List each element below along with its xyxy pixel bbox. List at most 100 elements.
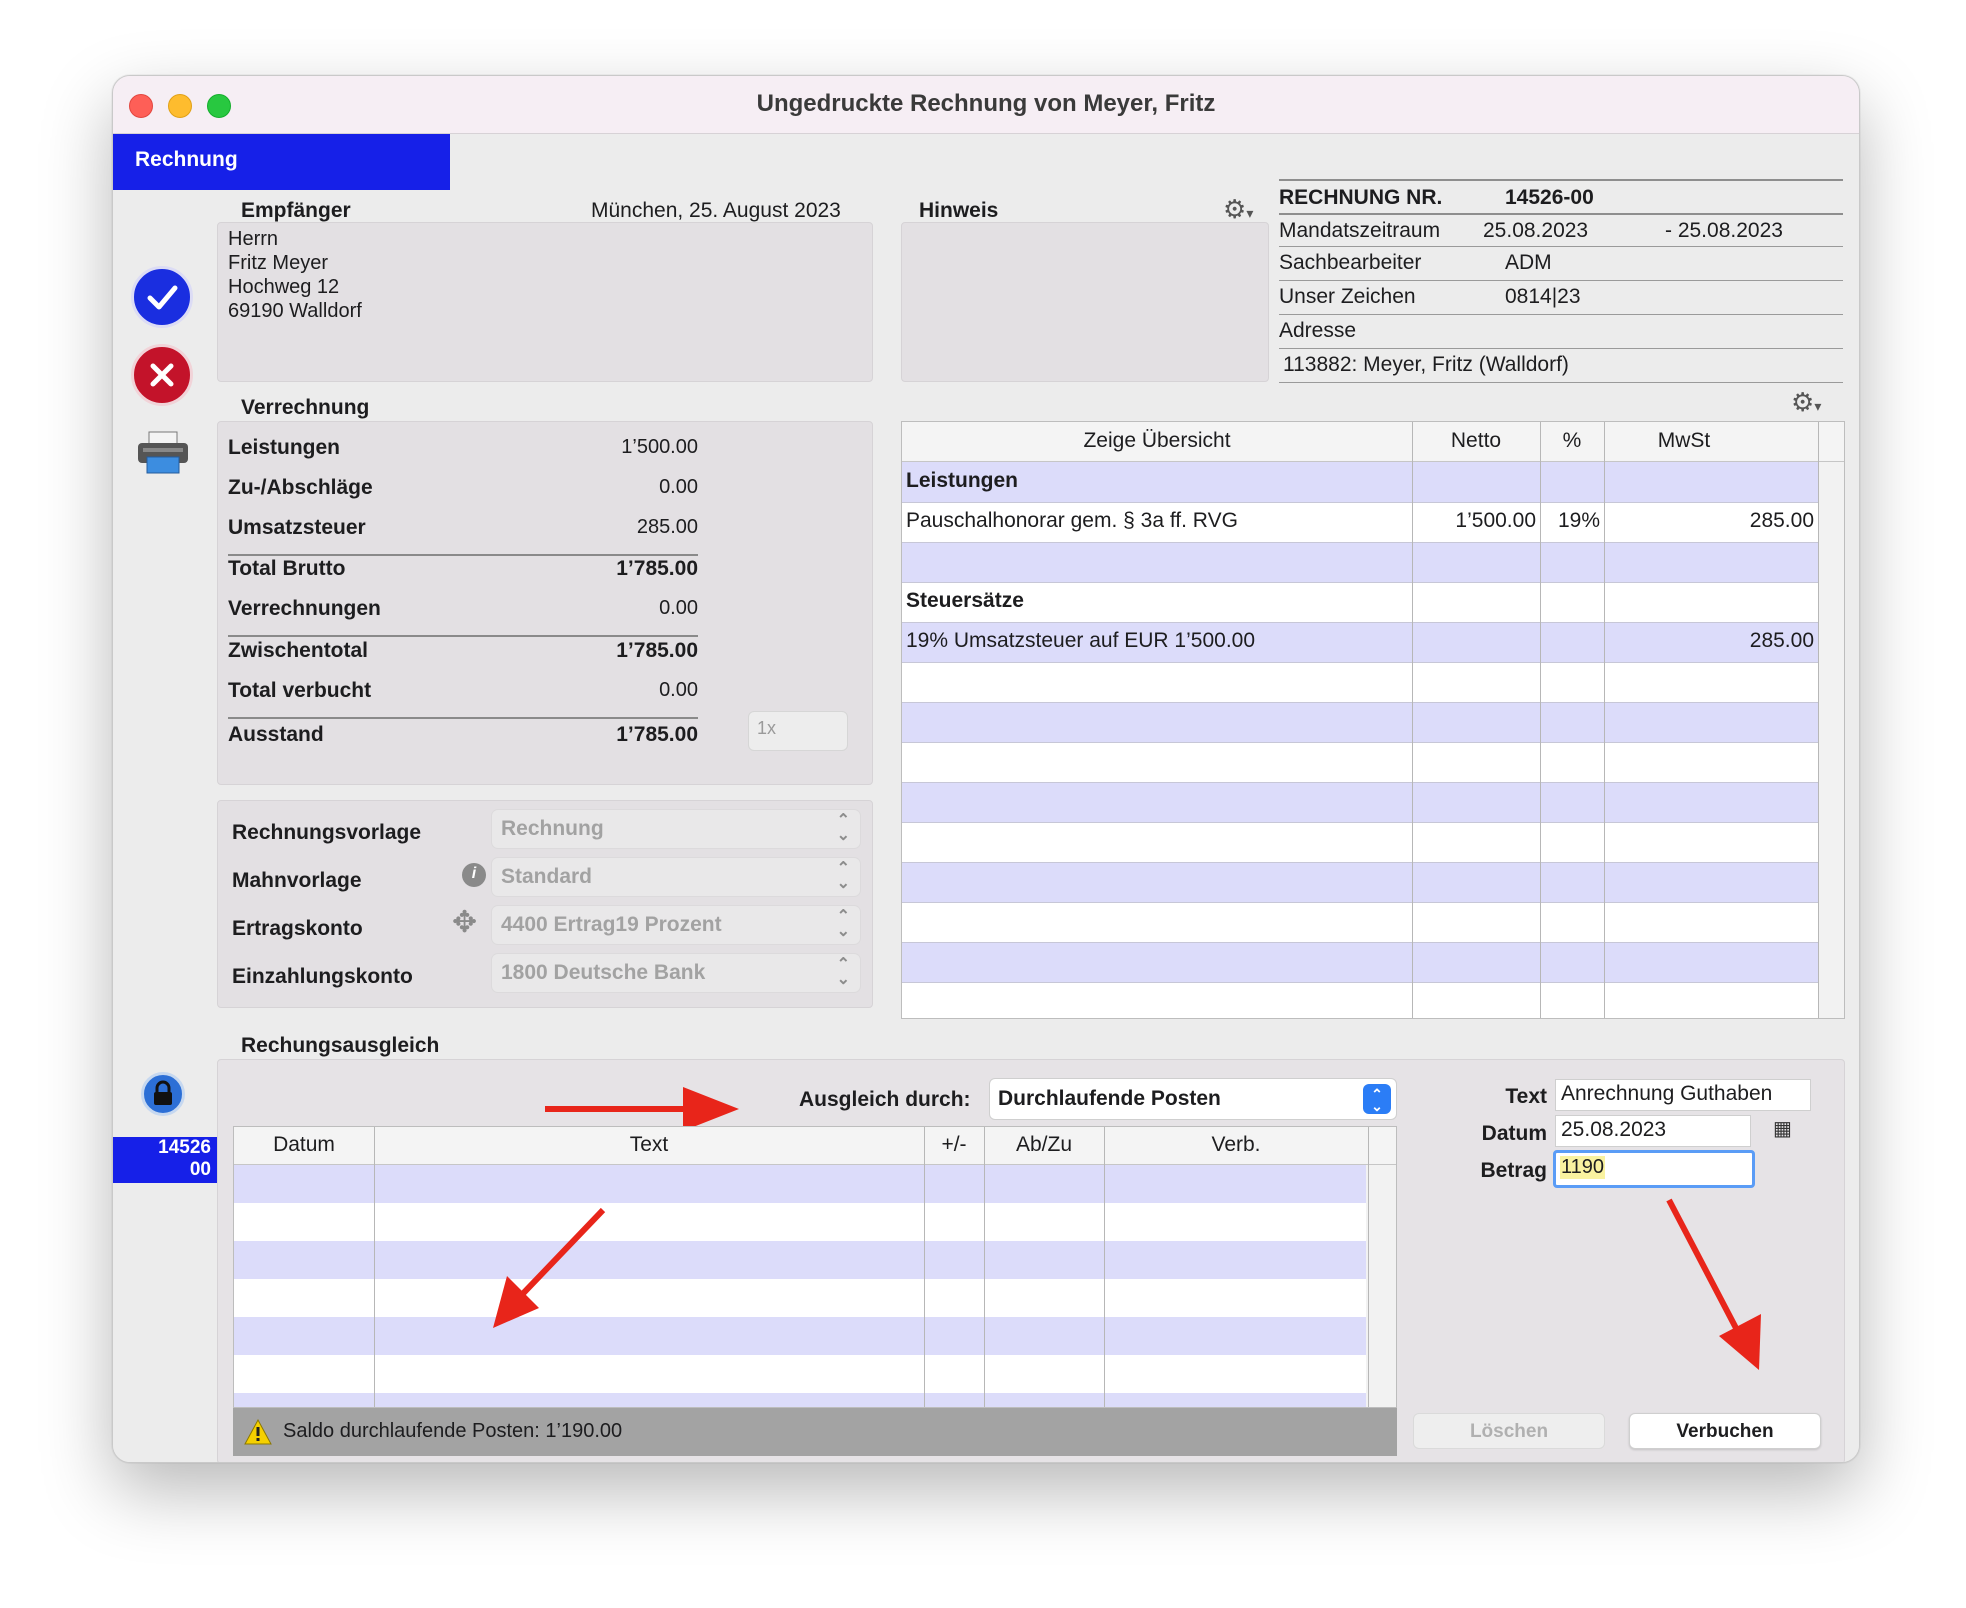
hinweis-gear-icon[interactable]: ⚙▾ <box>1223 194 1253 225</box>
scrollbar-track[interactable] <box>1818 462 1844 1018</box>
table-row[interactable] <box>234 1393 1396 1407</box>
row-separator <box>902 662 1844 663</box>
column-header[interactable]: Ab/Zu <box>984 1133 1104 1157</box>
ausgleich-heading: Rechungsausgleich <box>241 1034 440 1057</box>
verrechnung-label: Leistungen <box>228 436 341 459</box>
table-row[interactable] <box>902 902 1844 942</box>
amount-field[interactable]: 1190 <box>1553 1150 1755 1188</box>
scrollbar-track[interactable] <box>1366 1165 1396 1407</box>
ausgleich-table: Datum Text +/- Ab/Zu Verb. <box>233 1126 1397 1408</box>
table-row[interactable] <box>902 982 1844 1018</box>
text-field[interactable]: Anrechnung Guthaben <box>1555 1079 1811 1111</box>
recipient-date: München, 25. August 2023 <box>591 199 841 222</box>
column-header[interactable]: Netto <box>1412 429 1540 453</box>
table-row[interactable] <box>902 582 1844 622</box>
revenue-account-select[interactable]: 4400 Ertrag19 Prozent ⌃ ⌄ <box>491 905 861 945</box>
table-row[interactable] <box>234 1203 1396 1241</box>
method-select[interactable]: Durchlaufende Posten ⌃ ⌄ <box>989 1078 1397 1120</box>
setting-label: Ertragskonto <box>232 917 363 940</box>
info-icon[interactable]: i <box>462 863 486 887</box>
verrechnung-label: Total Brutto <box>228 557 346 580</box>
date-field[interactable]: 25.08.2023 <box>1555 1115 1751 1147</box>
table-row[interactable] <box>902 782 1844 822</box>
print-button[interactable] <box>135 429 191 477</box>
verrechnung-value: 1’500.00 <box>621 436 698 458</box>
payment-account-select[interactable]: 1800 Deutsche Bank ⌃ ⌄ <box>491 953 861 993</box>
setting-label: Mahnvorlage <box>232 869 362 892</box>
lock-button[interactable] <box>141 1072 185 1116</box>
column-divider <box>1104 1127 1105 1407</box>
reminder-template-select[interactable]: Standard ⌃ ⌄ <box>491 857 861 897</box>
verrechnung-value: 1’785.00 <box>616 639 698 662</box>
mandate-label: Mandatszeitraum <box>1279 219 1441 242</box>
delete-button[interactable]: Löschen <box>1413 1413 1605 1449</box>
verrechnung-row: Leistungen 1’500.00 <box>228 436 698 476</box>
table-row[interactable] <box>902 542 1844 582</box>
recipient-address-box[interactable]: Herrn Fritz Meyer Hochweg 12 69190 Walld… <box>217 222 873 382</box>
table-row[interactable] <box>234 1241 1396 1279</box>
select-value: 4400 Ertrag19 Prozent <box>501 913 722 936</box>
verrechnung-value: 285.00 <box>636 516 698 538</box>
printer-icon <box>138 431 188 474</box>
verrechnung-value: 1’785.00 <box>616 557 698 580</box>
table-row[interactable] <box>902 822 1844 862</box>
table-row[interactable] <box>234 1355 1396 1393</box>
table-row[interactable] <box>234 1317 1396 1355</box>
chevron-updown-icon: ⌃ ⌄ <box>836 908 850 940</box>
row-separator <box>902 742 1844 743</box>
table-row[interactable] <box>234 1279 1396 1317</box>
chevron-updown-icon: ⌃ ⌄ <box>836 860 850 892</box>
column-header[interactable]: MwSt <box>1604 429 1764 453</box>
column-header[interactable]: +/- <box>924 1133 984 1157</box>
column-header[interactable]: Zeige Übersicht <box>902 429 1412 453</box>
method-value: Durchlaufende Posten <box>998 1087 1221 1110</box>
column-header[interactable]: Text <box>374 1133 924 1157</box>
overview-gear-icon[interactable]: ⚙▾ <box>1791 387 1821 418</box>
cancel-button[interactable] <box>131 344 193 406</box>
info-line <box>1279 348 1843 349</box>
verrechnung-label: Total verbucht <box>228 679 372 702</box>
settings-box: Rechnungsvorlage Rechnung ⌃ ⌄ Mahnvorlage… <box>217 800 873 1008</box>
x-icon <box>150 363 174 387</box>
verrechnung-label: Zu-/Abschläge <box>228 476 373 499</box>
table-row[interactable] <box>902 742 1844 782</box>
red-arrow-down-left-icon <box>493 1207 606 1328</box>
row-separator <box>902 622 1844 623</box>
calendar-icon[interactable]: ▦ <box>1773 1116 1792 1141</box>
service-mwst: 285.00 <box>1749 509 1814 532</box>
table-row[interactable] <box>902 942 1844 982</box>
select-value: Standard <box>501 865 593 888</box>
tab-rechnung[interactable]: Rechnung <box>113 134 450 190</box>
service-percent: 19% <box>1557 509 1600 532</box>
post-button[interactable]: Verbuchen <box>1629 1413 1821 1449</box>
address-value[interactable]: 113882: Meyer, Fritz (Walldorf) <box>1283 353 1569 377</box>
table-row[interactable] <box>234 1165 1396 1203</box>
column-header[interactable]: % <box>1540 429 1604 453</box>
hinweis-box[interactable] <box>901 222 1269 382</box>
service-text: Pauschalhonorar gem. § 3a ff. RVG <box>906 509 1238 532</box>
table-row[interactable] <box>902 662 1844 702</box>
table-row[interactable] <box>902 862 1844 902</box>
ref-label: Unser Zeichen <box>1279 285 1416 308</box>
verrechnung-row: Ausstand 1’785.00 <box>228 723 698 763</box>
table-row[interactable] <box>902 702 1844 742</box>
row-separator <box>902 542 1844 543</box>
invoice-template-select[interactable]: Rechnung ⌃ ⌄ <box>491 809 861 849</box>
column-header[interactable]: Verb. <box>1104 1133 1368 1157</box>
overview-table: Zeige Übersicht Netto % MwSt Leistungen … <box>901 421 1845 1019</box>
verrechnung-row: Total Brutto 1’785.00 <box>228 557 698 597</box>
date-label: Datum <box>1481 1122 1547 1145</box>
window-content: Rechnung 14526 00 Empfänger München, 25.… <box>113 134 1859 1462</box>
table-row[interactable] <box>902 462 1844 502</box>
row-separator <box>902 982 1844 983</box>
select-value: Rechnung <box>501 817 604 840</box>
invoice-number-label: RECHNUNG NR. <box>1279 186 1443 209</box>
window-title: Ungedruckte Rechnung von Meyer, Fritz <box>756 90 1216 117</box>
reminder-count-field[interactable]: 1x <box>748 711 848 751</box>
status-text: Saldo durchlaufende Posten: 1’190.00 <box>283 1420 623 1442</box>
verrechnung-label: Verrechnungen <box>228 597 381 620</box>
column-header[interactable]: Datum <box>234 1133 374 1157</box>
split-arrows-icon[interactable]: ✥ <box>452 905 477 940</box>
amount-value: 1190 <box>1560 1156 1606 1179</box>
confirm-button[interactable] <box>131 266 193 328</box>
